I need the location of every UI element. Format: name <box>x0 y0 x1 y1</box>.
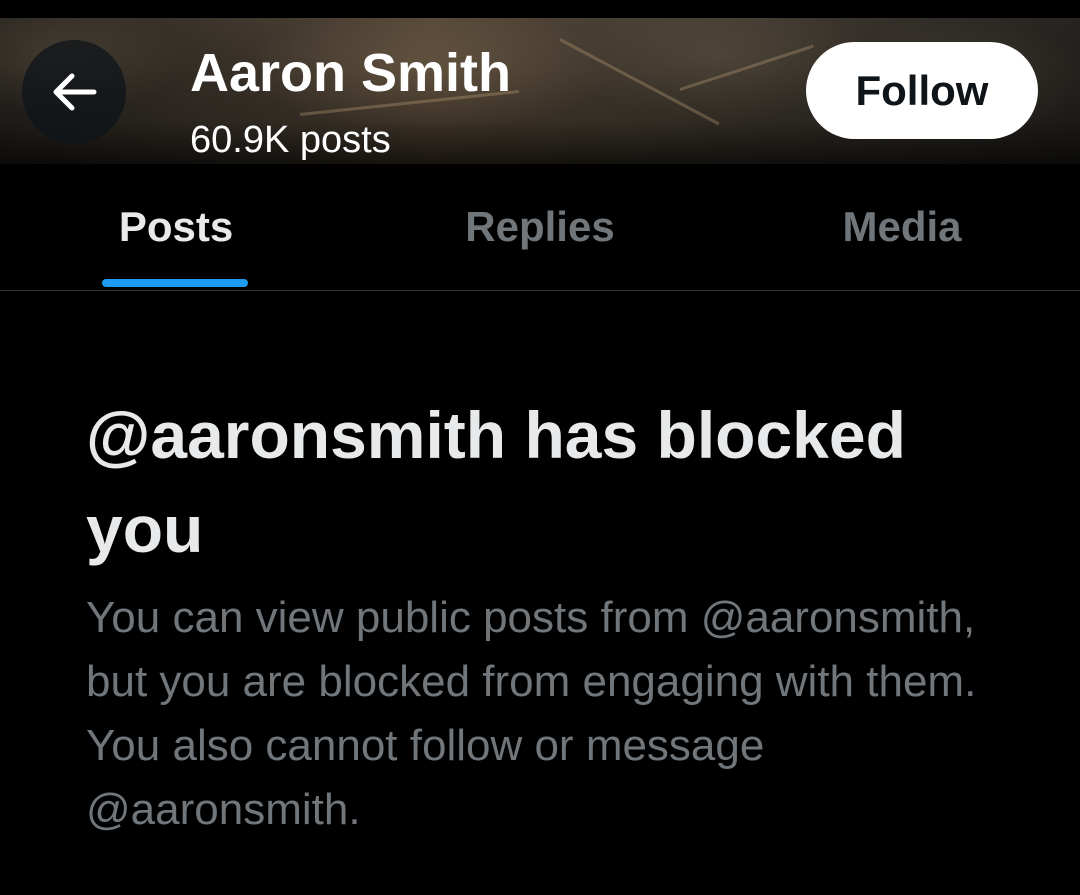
tab-replies[interactable]: Replies <box>420 164 660 290</box>
arrow-left-icon <box>53 73 97 111</box>
profile-header: Aaron Smith 60.9K posts Follow <box>0 18 1080 164</box>
blocked-title: @aaronsmith has blocked you <box>86 398 906 566</box>
profile-name: Aaron Smith <box>190 43 512 103</box>
post-count: 60.9K posts <box>190 119 391 161</box>
tab-media[interactable]: Media <box>782 164 1022 290</box>
follow-button[interactable]: Follow <box>806 42 1038 139</box>
back-button[interactable] <box>22 40 126 144</box>
tab-label: Replies <box>465 203 615 250</box>
banner-decoration <box>679 44 814 91</box>
profile-tabs: Posts Replies Media <box>0 164 1080 291</box>
tab-label: Media <box>842 203 962 250</box>
tab-label: Posts <box>118 203 234 250</box>
status-bar-strip <box>0 0 1080 18</box>
tab-posts[interactable]: Posts <box>56 164 296 290</box>
blocked-description: You can view public posts from @aaronsmi… <box>86 593 977 834</box>
active-tab-indicator <box>102 279 248 287</box>
